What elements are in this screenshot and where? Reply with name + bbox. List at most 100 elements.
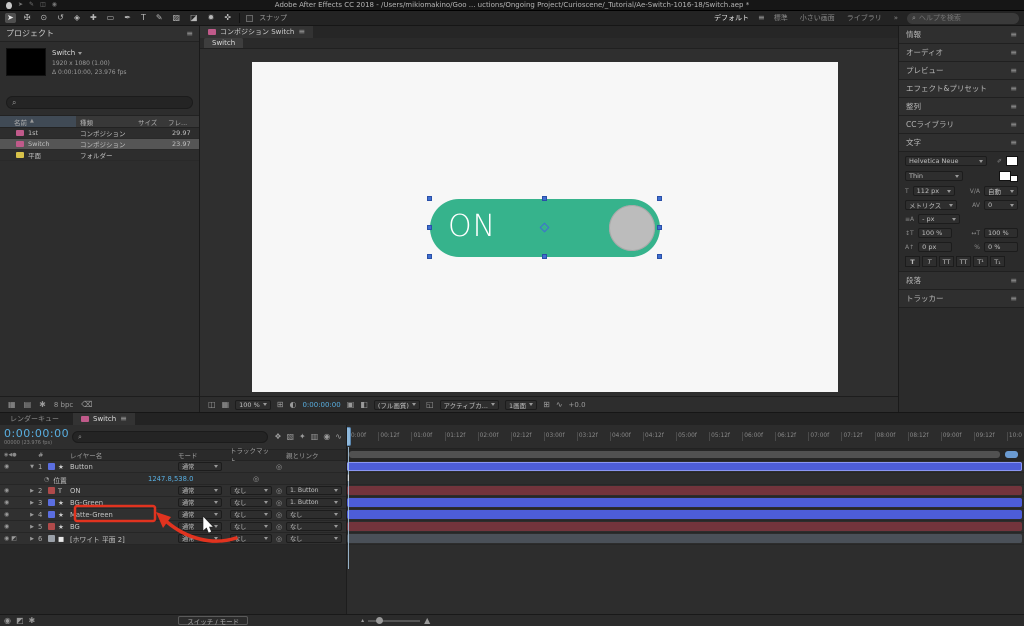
project-bpc-label[interactable]: 8 bpc — [54, 401, 73, 409]
panel-menu-icon[interactable]: ≡ — [1010, 84, 1017, 93]
panel-menu-icon[interactable]: ≡ — [1010, 66, 1017, 75]
parent-pickwhip-icon[interactable]: ◎ — [272, 499, 286, 507]
zoom-tool-icon[interactable]: ⊙ — [38, 13, 49, 23]
track-matte-dropdown[interactable]: なし — [230, 498, 272, 507]
mask-visibility-icon[interactable]: ◐ — [289, 400, 296, 409]
label-color-swatch[interactable] — [48, 511, 55, 518]
current-time-indicator[interactable] — [347, 427, 351, 446]
panel-menu-icon[interactable]: ≡ — [298, 28, 305, 36]
composition-flowchart-icon[interactable]: ❖ — [274, 433, 281, 441]
new-folder-icon[interactable]: ▤ — [24, 400, 32, 409]
layer-row-bg[interactable]: ◉ ▶ 5 ★ BG 通常 なし ◎ なし — [0, 521, 346, 533]
parent-dropdown[interactable]: なし — [286, 534, 342, 543]
selection-handle[interactable] — [427, 196, 432, 201]
project-selected-name[interactable]: Switch — [52, 48, 75, 59]
zoom-dropdown[interactable]: 100 % — [235, 399, 271, 410]
label-color-swatch[interactable] — [48, 535, 55, 542]
panel-header-audio[interactable]: オーディオ ≡ — [899, 44, 1024, 62]
magnification-icon[interactable]: ▦ — [222, 400, 230, 409]
position-property-row[interactable]: ◔ 位置 1247.8,538.0 ◎ — [0, 473, 346, 485]
eye-icon[interactable]: ◉ — [4, 511, 9, 518]
layer-row-button[interactable]: ◉ ▼ 1 ★ Button 通常 ◎ — [0, 461, 346, 473]
horizontal-scale-field[interactable]: 100 % — [984, 228, 1018, 238]
brush-tool-icon[interactable]: ✎ — [154, 13, 165, 23]
expand-inout-icon[interactable]: ✱ — [29, 616, 36, 625]
kerning-dropdown[interactable]: 自動 — [984, 186, 1018, 196]
blend-mode-dropdown[interactable]: 通常 — [178, 522, 222, 531]
subscript-button[interactable]: T₁ — [990, 256, 1005, 267]
layer-name[interactable]: ON — [70, 487, 178, 495]
composition-tab[interactable]: コンポジション Switch ≡ — [200, 26, 314, 38]
layer-name[interactable]: Button — [70, 463, 178, 471]
snap-label[interactable]: スナップ — [259, 13, 287, 23]
small-caps-button[interactable]: TT — [956, 256, 971, 267]
layer-bar-matte-green[interactable] — [347, 510, 1022, 519]
timeline-comp-tab[interactable]: Switch ≡ — [73, 413, 135, 425]
selection-tool-icon[interactable]: ➤ — [5, 13, 16, 23]
blend-mode-dropdown[interactable]: 通常 — [178, 462, 222, 471]
parent-dropdown[interactable]: 1. Button — [286, 486, 342, 495]
parent-pickwhip-icon[interactable]: ◎ — [272, 487, 286, 495]
draft-3d-icon[interactable]: ▧ — [286, 433, 294, 441]
motion-blur-icon[interactable]: ◉ — [323, 433, 330, 441]
snap-checkbox[interactable] — [246, 14, 254, 22]
workspace-default[interactable]: デフォルト — [711, 12, 752, 24]
panel-header-character[interactable]: 文字 ≡ — [899, 134, 1024, 152]
switch-knob-shape[interactable] — [609, 205, 655, 251]
zoom-slider-track[interactable] — [368, 617, 421, 624]
panel-header-info[interactable]: 情報 ≡ — [899, 26, 1024, 44]
stopwatch-icon[interactable]: ◔ — [44, 477, 49, 483]
panel-menu-icon[interactable]: ≡ — [186, 29, 193, 38]
timeline-search[interactable]: ⌕ — [72, 431, 269, 443]
eyedropper-icon[interactable]: ✐ — [997, 158, 1002, 165]
column-header-fps[interactable]: フレ... — [168, 117, 196, 127]
track-matte-dropdown[interactable]: なし — [230, 486, 272, 495]
blend-mode-dropdown[interactable]: 通常 — [178, 486, 222, 495]
help-search[interactable]: ⌕ — [907, 12, 1019, 24]
rotation-tool-icon[interactable]: ↺ — [55, 13, 66, 23]
faux-italic-button[interactable]: T — [922, 256, 937, 267]
column-header-size[interactable]: サイズ — [138, 117, 168, 127]
selection-handle[interactable] — [542, 254, 547, 259]
expand-arrow-icon[interactable]: ▼ — [26, 464, 38, 470]
kerning-mode-dropdown[interactable]: メトリクス — [905, 200, 957, 210]
zoom-slider-knob[interactable] — [376, 617, 384, 624]
layer-name-header[interactable]: レイヤー名 — [70, 450, 178, 460]
expand-arrow-icon[interactable]: ▶ — [26, 500, 38, 506]
new-composition-icon[interactable]: ✱ — [39, 400, 46, 409]
workspace-menu-icon[interactable]: ≡ — [758, 14, 765, 22]
zoom-in-icon[interactable]: ▲ — [424, 616, 430, 625]
graph-editor-icon[interactable]: ∿ — [335, 433, 342, 441]
panel-menu-icon[interactable]: ≡ — [120, 415, 127, 423]
panel-header-preview[interactable]: プレビュー ≡ — [899, 62, 1024, 80]
blend-mode-dropdown[interactable]: 通常 — [178, 498, 222, 507]
region-of-interest-icon[interactable]: ◱ — [426, 400, 434, 409]
track-matte-dropdown[interactable]: なし — [230, 522, 272, 531]
property-pickwhip-icon[interactable]: ◎ — [253, 475, 259, 483]
project-search[interactable]: ⌕ — [6, 96, 193, 109]
trash-icon[interactable]: ⌫ — [81, 400, 92, 409]
project-row-1st[interactable]: 1st コンポジション 29.97 — [0, 128, 199, 139]
parent-dropdown[interactable]: 1. Button — [286, 498, 342, 507]
panel-header-tracker[interactable]: トラッカー ≡ — [899, 290, 1024, 308]
font-style-dropdown[interactable]: Thin — [905, 171, 963, 181]
work-area-bar[interactable] — [347, 449, 1024, 461]
current-timecode[interactable]: 0:00:00:00 00000 (23.976 fps) — [4, 427, 69, 446]
layer-name[interactable]: BG-Green — [70, 499, 178, 507]
panel-header-paragraph[interactable]: 段落 ≡ — [899, 272, 1024, 290]
fill-color-swatch[interactable] — [1006, 156, 1018, 166]
expand-arrow-icon[interactable]: ▶ — [26, 512, 38, 518]
expand-layer-switches-icon[interactable]: ◉ — [4, 616, 11, 625]
label-color-swatch[interactable] — [48, 463, 55, 470]
exposure-value[interactable]: +0.0 — [569, 401, 586, 409]
zoom-out-icon[interactable]: ▴ — [361, 617, 364, 624]
layer-name[interactable]: BG — [70, 523, 178, 531]
panel-menu-icon[interactable]: ≡ — [1010, 48, 1017, 57]
composition-canvas[interactable]: ON — [252, 62, 838, 392]
expand-arrow-icon[interactable]: ▶ — [26, 488, 38, 494]
pen-tool-icon[interactable]: ✒ — [122, 13, 133, 23]
faux-bold-button[interactable]: T — [905, 256, 920, 267]
position-value[interactable]: 1247.8,538.0 — [148, 475, 193, 483]
layer-bar-on[interactable] — [347, 486, 1022, 495]
type-tool-icon[interactable]: T — [139, 13, 148, 23]
